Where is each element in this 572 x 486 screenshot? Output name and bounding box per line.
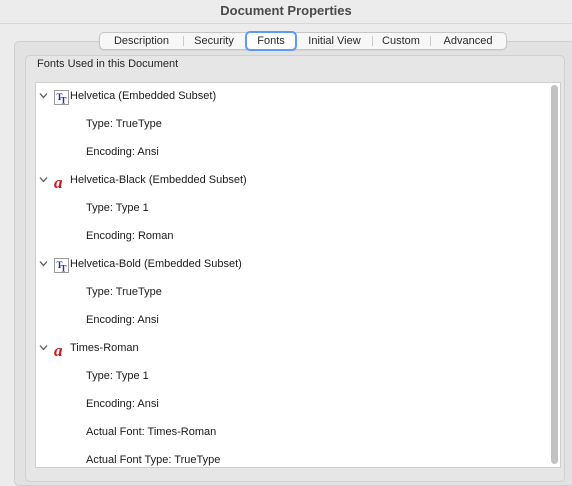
font-name: Helvetica (Embedded Subset)	[70, 90, 217, 102]
title-bar: Document Properties	[0, 0, 572, 24]
tab-initial-view[interactable]: Initial View	[297, 33, 372, 49]
font-name: Helvetica-Bold (Embedded Subset)	[70, 258, 242, 270]
font-type-text: Type: TrueType	[86, 118, 162, 130]
font-row-helvetica-bold[interactable]: T T Helvetica-Bold (Embedded Subset)	[36, 255, 548, 275]
font-encoding-text: Encoding: Ansi	[86, 146, 159, 158]
chevron-down-icon[interactable]	[39, 175, 48, 184]
font-name: Times-Roman	[70, 342, 139, 354]
chevron-down-icon[interactable]	[39, 343, 48, 352]
svg-text:a: a	[54, 342, 63, 357]
fonts-list[interactable]: T T Helvetica (Embedded Subset) Type: Tr…	[35, 82, 561, 468]
tab-fonts[interactable]: Fonts	[245, 31, 297, 51]
type1-font-icon: a	[54, 342, 63, 357]
fonts-group-label: Fonts Used in this Document	[37, 58, 179, 70]
font-type-text: Type: Type 1	[86, 202, 149, 214]
font-type-text: Type: TrueType	[86, 286, 162, 298]
truetype-font-icon: T T	[54, 258, 69, 273]
truetype-font-icon: T T	[54, 90, 69, 105]
window-title: Document Properties	[220, 3, 352, 18]
font-row-helvetica[interactable]: T T Helvetica (Embedded Subset)	[36, 87, 548, 107]
scrollbar-thumb[interactable]	[551, 85, 558, 464]
font-row-helvetica-black[interactable]: a Helvetica-Black (Embedded Subset)	[36, 171, 548, 191]
chevron-down-icon[interactable]	[39, 91, 48, 100]
vertical-scrollbar[interactable]	[551, 85, 558, 464]
actual-font-text: Actual Font: Times-Roman	[86, 426, 217, 438]
font-type-text: Type: Type 1	[86, 370, 149, 382]
font-encoding-text: Encoding: Ansi	[86, 398, 159, 410]
font-name: Helvetica-Black (Embedded Subset)	[70, 174, 247, 186]
svg-text:T: T	[61, 96, 67, 106]
tab-custom[interactable]: Custom	[372, 33, 430, 49]
actual-font-type-text: Actual Font Type: TrueType	[86, 454, 221, 466]
svg-text:T: T	[61, 264, 67, 274]
tab-description[interactable]: Description	[100, 33, 183, 49]
tab-bar: Description Security Fonts Initial View …	[99, 31, 507, 51]
font-encoding-text: Encoding: Ansi	[86, 314, 159, 326]
font-row-times-roman[interactable]: a Times-Roman	[36, 339, 548, 359]
svg-text:a: a	[54, 174, 63, 189]
chevron-down-icon[interactable]	[39, 259, 48, 268]
font-encoding-text: Encoding: Roman	[86, 230, 174, 242]
tab-security[interactable]: Security	[183, 33, 245, 49]
type1-font-icon: a	[54, 174, 63, 189]
tab-advanced[interactable]: Advanced	[430, 33, 506, 49]
